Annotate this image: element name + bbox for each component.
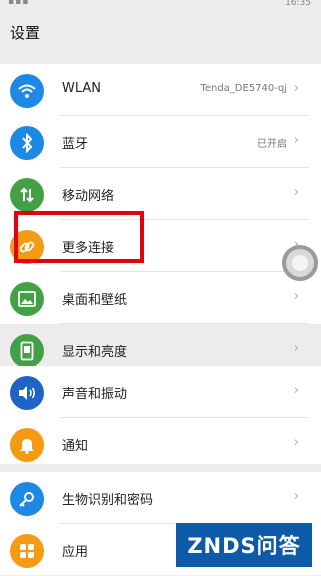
settings-group-sound: 声音和振动 › 通知 ›	[0, 366, 321, 464]
image-icon	[10, 282, 44, 316]
settings-item-label: 生物识别和密码	[62, 493, 154, 508]
display-icon	[10, 334, 44, 368]
page-title: 设置	[10, 24, 41, 42]
chevron-right-icon: ›	[293, 185, 299, 200]
settings-item-wlan[interactable]: WLAN Tenda_DE5740-qj ›	[0, 64, 321, 116]
settings-item-label: 应用	[62, 545, 89, 560]
settings-item-label: 显示和亮度	[62, 345, 128, 360]
mobile-data-icon	[10, 178, 44, 212]
status-bar: ▪▪▪ 16:35	[0, 0, 321, 12]
settings-item-label: 蓝牙	[62, 137, 89, 152]
settings-item-value: Tenda_DE5740-qj	[200, 83, 287, 94]
settings-item-label: 声音和振动	[62, 387, 128, 402]
chevron-right-icon: ›	[293, 341, 299, 356]
settings-item-biometrics-password[interactable]: 生物识别和密码 ›	[0, 472, 321, 524]
settings-item-notifications[interactable]: 通知 ›	[0, 418, 321, 470]
highlight-annotation-box	[14, 211, 144, 263]
settings-item-desktop-wallpaper[interactable]: 桌面和壁纸 ›	[0, 272, 321, 324]
settings-item-bluetooth[interactable]: 蓝牙 已开启 ›	[0, 116, 321, 168]
time-label: 16:35	[285, 0, 311, 8]
status-left-indicators: ▪▪▪	[8, 0, 30, 7]
bell-icon	[10, 428, 44, 462]
floating-navigation-dock[interactable]	[282, 245, 318, 281]
settings-item-label: 通知	[62, 439, 89, 454]
speaker-icon	[10, 376, 44, 410]
settings-item-label: WLAN	[62, 81, 102, 96]
chevron-right-icon: ›	[293, 435, 299, 450]
chevron-right-icon: ›	[293, 289, 299, 304]
wifi-icon	[10, 74, 44, 108]
chevron-right-icon: ›	[293, 133, 299, 148]
settings-group-connectivity: WLAN Tenda_DE5740-qj › 蓝牙 已开启 › 移动网络 › 更…	[0, 64, 321, 368]
settings-item-label: 桌面和壁纸	[62, 293, 128, 308]
chevron-right-icon: ›	[293, 383, 299, 398]
watermark-logo: ZNDS问答	[176, 523, 312, 567]
apps-grid-icon	[10, 534, 44, 568]
key-icon	[10, 482, 44, 516]
chevron-right-icon: ›	[293, 81, 299, 96]
settings-item-label: 移动网络	[62, 189, 115, 204]
chevron-right-icon: ›	[293, 489, 299, 504]
bluetooth-icon	[10, 126, 44, 160]
settings-item-sound-vibration[interactable]: 声音和振动 ›	[0, 366, 321, 418]
settings-item-value: 已开启	[257, 139, 287, 150]
